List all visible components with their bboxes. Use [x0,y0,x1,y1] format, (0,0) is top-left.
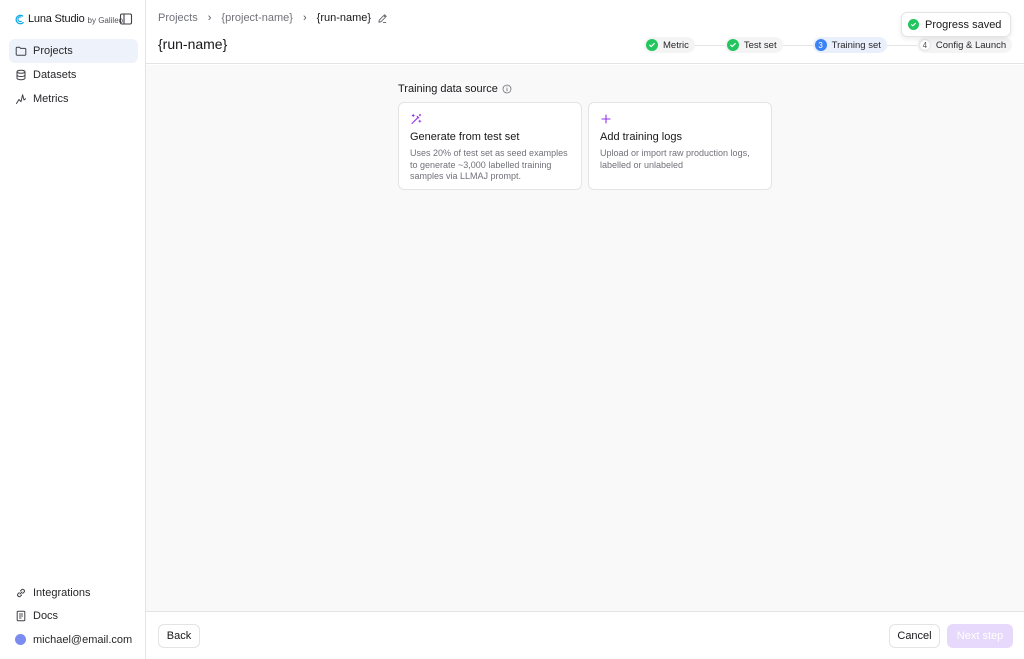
footer-bar: Back Cancel Next step [146,611,1024,659]
sidebar-item-label: Datasets [33,69,77,81]
section-label: Training data source [398,83,512,95]
step-label: Test set [743,39,777,51]
step-number: 4 [918,39,931,51]
breadcrumb-project[interactable]: {project-name} [221,12,293,24]
edit-icon[interactable] [377,13,388,24]
avatar [15,633,27,646]
magic-wand-icon [411,113,422,125]
step-connector [694,44,725,46]
brand-by: by Galileo [87,15,124,25]
breadcrumb-run: {run-name} [316,12,372,24]
check-icon [646,39,658,51]
step-label: Metric [663,39,689,51]
breadcrumb: Projects › {project-name} › {run-name} [158,10,388,26]
account-email: michael@email.com [33,633,133,646]
card-description: Uses 20% of test set as seed examples to… [410,148,568,181]
check-circle-icon [908,19,919,30]
back-button[interactable]: Back [158,624,200,648]
sidebar-item-label: Docs [33,610,59,623]
step-metric[interactable]: Metric [644,37,695,53]
card-add-training-logs[interactable]: Add training logs Upload or import raw p… [588,102,772,190]
sidebar-item-label: Projects [33,45,73,57]
doc-icon [15,610,27,622]
cancel-button[interactable]: Cancel [889,624,940,648]
sidebar: Luna Studio by Galileo Projects Datasets… [0,0,146,659]
chevron-right-icon: › [207,12,212,24]
link-icon [15,587,27,599]
sidebar-bottom: Integrations Docs michael@email.com [9,581,138,652]
step-connector [886,44,917,46]
sidebar-toggle-icon[interactable] [119,12,133,26]
check-icon [726,39,739,51]
brand-logo[interactable]: Luna Studio by Galileo [14,11,134,27]
sidebar-item-account[interactable]: michael@email.com [9,628,138,652]
metrics-icon [15,93,27,105]
step-label: Training set [831,39,881,51]
database-icon [15,69,27,81]
sidebar-nav: Projects Datasets Metrics [9,39,138,111]
card-description: Upload or import raw production logs, la… [600,148,750,170]
luna-logo-icon [15,14,24,24]
sidebar-item-projects[interactable]: Projects [9,39,138,63]
sidebar-item-integrations[interactable]: Integrations [9,581,138,605]
folder-icon [15,45,27,57]
step-number: 3 [814,39,827,51]
next-step-button[interactable]: Next step [947,624,1013,648]
toast-text: Progress saved [925,18,1002,31]
progress-toast: Progress saved [901,12,1011,37]
step-config-launch[interactable]: 4 Config & Launch [916,37,1013,53]
sidebar-item-label: Metrics [33,93,69,105]
stepper: Metric Test set 3 Training set 4 Config … [644,37,1013,53]
main-content: Training data source Generate from test … [146,65,1024,611]
sidebar-item-datasets[interactable]: Datasets [9,63,138,87]
plus-icon [601,114,611,124]
step-label: Config & Launch [935,39,1007,51]
chevron-right-icon: › [302,12,307,24]
brand-name: Luna Studio [28,13,85,25]
card-generate-from-test-set[interactable]: Generate from test set Uses 20% of test … [398,102,582,190]
sidebar-item-docs[interactable]: Docs [9,605,138,629]
sidebar-item-metrics[interactable]: Metrics [9,87,138,111]
page-header: Projects › {project-name} › {run-name} {… [146,0,1024,64]
section-label-text: Training data source [398,83,498,95]
step-test-set[interactable]: Test set [724,37,783,53]
step-connector [782,44,813,46]
card-title: Generate from test set [410,131,520,143]
step-training-set[interactable]: 3 Training set [812,37,887,53]
card-title: Add training logs [600,131,682,143]
info-icon[interactable] [502,84,512,94]
page-title: {run-name} [158,36,228,52]
sidebar-item-label: Integrations [33,586,91,599]
source-cards: Generate from test set Uses 20% of test … [398,102,778,190]
breadcrumb-projects[interactable]: Projects [158,12,198,24]
